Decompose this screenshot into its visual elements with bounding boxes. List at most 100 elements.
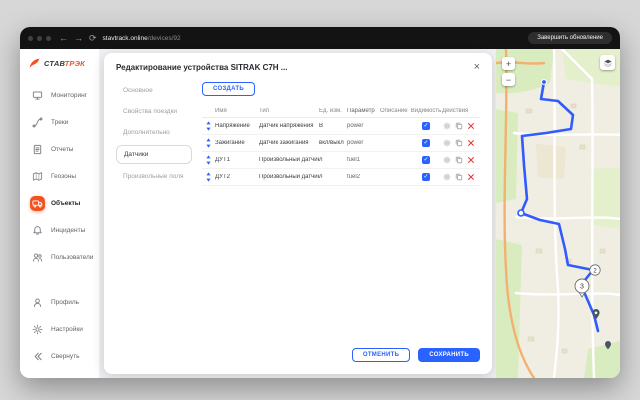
cancel-button[interactable]: ОТМЕНИТЬ: [352, 348, 410, 362]
sidebar: СТАВТРЭК Мониторинг Треки Отчеты Геозоны Объ…: [20, 49, 100, 378]
sidebar-item-reports[interactable]: Отчеты: [20, 136, 99, 163]
reload-icon[interactable]: ⟳: [89, 34, 97, 43]
sidebar-footer: Профиль Настройки Свернуть: [20, 289, 99, 370]
sensor-unit: вкл/выкл: [319, 140, 347, 146]
sensor-name: ДУТ2: [215, 174, 259, 180]
column-header: Параметр: [347, 108, 380, 114]
sidebar-item-truck[interactable]: Объекты: [20, 190, 99, 217]
modal-body: Основное Свойства поездки Дополнительно Дат…: [116, 82, 480, 362]
sensor-settings-icon[interactable]: [442, 173, 451, 182]
sidebar-item-label: Свернуть: [51, 353, 80, 360]
column-header: Действия: [442, 108, 478, 114]
modal-tab-5[interactable]: Произвольные поля: [116, 168, 192, 185]
sensor-row: НапряжениеДатчик напряженияВpower✓: [202, 118, 480, 135]
waypoint-marker[interactable]: [518, 210, 524, 216]
layers-button[interactable]: [600, 55, 615, 70]
sensor-delete-icon[interactable]: [466, 173, 475, 182]
forward-icon[interactable]: →: [74, 34, 83, 43]
sensors-content: СОЗДАТЬ ИмяТипЕд. изм.ПараметрОписаниеВи…: [202, 82, 480, 362]
modal-tab-2[interactable]: Свойства поездки: [116, 103, 192, 120]
back-icon[interactable]: ←: [59, 34, 68, 43]
sensor-type: Произвольный датчик: [259, 174, 319, 180]
sensor-delete-icon[interactable]: [466, 139, 475, 148]
save-button[interactable]: СОХРАНИТЬ: [418, 348, 480, 362]
app-content: СТАВТРЭК Мониторинг Треки Отчеты Геозоны Объ…: [20, 49, 620, 378]
finish-update-button[interactable]: Завершить обновление: [528, 32, 612, 44]
column-header: Видимость: [410, 108, 442, 114]
visibility-cell: ✓: [410, 122, 442, 130]
sensor-copy-icon[interactable]: [454, 173, 463, 182]
reorder-handle-icon[interactable]: [202, 172, 215, 182]
reorder-handle-icon[interactable]: [202, 155, 215, 165]
modal-tab-1[interactable]: Основное: [116, 82, 192, 99]
sensor-param: power: [347, 140, 380, 146]
url-path: /devices/92: [148, 35, 181, 42]
visibility-checkbox[interactable]: ✓: [422, 173, 430, 181]
sidebar-item-collapse[interactable]: Свернуть: [20, 343, 99, 370]
tracks-icon: [30, 115, 45, 130]
sensor-settings-icon[interactable]: [442, 156, 451, 165]
sensor-type: Датчик зажигания: [259, 140, 319, 146]
modal-header: Редактирование устройства SITRAK C7H ...…: [116, 63, 480, 72]
brand-logo[interactable]: СТАВТРЭК: [20, 57, 99, 82]
cluster-marker-2[interactable]: 2: [590, 265, 600, 275]
route-start-marker[interactable]: [542, 80, 547, 85]
visibility-checkbox[interactable]: ✓: [422, 122, 430, 130]
actions-cell: [442, 122, 478, 131]
sidebar-item-geozones[interactable]: Геозоны: [20, 163, 99, 190]
browser-titlebar: ← → ⟳ stavtrack.online/devices/92 Заверш…: [20, 27, 620, 49]
zoom-out-button[interactable]: −: [502, 73, 515, 86]
url-bar[interactable]: stavtrack.online/devices/92: [103, 35, 181, 42]
sidebar-item-label: Настройки: [51, 326, 83, 333]
reports-icon: [30, 142, 45, 157]
sidebar-item-label: Отчеты: [51, 146, 73, 153]
sidebar-item-label: Мониторинг: [51, 92, 87, 99]
visibility-checkbox[interactable]: ✓: [422, 139, 430, 147]
modal-tab-3[interactable]: Дополнительно: [116, 124, 192, 141]
desktop-background: ← → ⟳ stavtrack.online/devices/92 Заверш…: [0, 0, 640, 400]
browser-window: ← → ⟳ stavtrack.online/devices/92 Заверш…: [20, 27, 620, 378]
sensor-row: ДУТ2Произвольный датчиклfuel2✓: [202, 169, 480, 186]
sidebar-item-tracks[interactable]: Треки: [20, 109, 99, 136]
sensor-param: power: [347, 123, 380, 129]
reorder-handle-icon[interactable]: [202, 138, 215, 148]
svg-text:3: 3: [580, 284, 584, 291]
logo-text: СТАВТРЭК: [44, 59, 85, 68]
column-header: Ед. изм.: [319, 108, 347, 114]
sidebar-item-users[interactable]: Пользователи: [20, 244, 99, 271]
sensor-unit: л: [319, 157, 347, 163]
window-controls[interactable]: [28, 36, 51, 41]
sidebar-item-label: Геозоны: [51, 173, 76, 180]
sensor-copy-icon[interactable]: [454, 156, 463, 165]
sidebar-item-profile[interactable]: Профиль: [20, 289, 99, 316]
reorder-handle-icon[interactable]: [202, 121, 215, 131]
zoom-in-button[interactable]: +: [502, 57, 515, 70]
actions-cell: [442, 139, 478, 148]
close-icon[interactable]: ×: [474, 63, 480, 72]
sensor-delete-icon[interactable]: [466, 156, 475, 165]
sensor-param: fuel1: [347, 157, 380, 163]
sidebar-item-bell[interactable]: Инциденты: [20, 217, 99, 244]
column-header: Тип: [259, 108, 319, 114]
column-header: Описание: [380, 108, 410, 114]
sensor-copy-icon[interactable]: [454, 122, 463, 131]
monitor-icon: [30, 88, 45, 103]
sidebar-item-label: Объекты: [51, 200, 80, 207]
sensor-settings-icon[interactable]: [442, 122, 451, 131]
map-panel[interactable]: 2 3 + −: [496, 49, 620, 378]
actions-cell: [442, 173, 478, 182]
zoom-controls: + −: [502, 57, 515, 86]
sidebar-item-settings[interactable]: Настройки: [20, 316, 99, 343]
sidebar-item-monitor[interactable]: Мониторинг: [20, 82, 99, 109]
map-canvas[interactable]: 2 3: [496, 49, 620, 378]
visibility-checkbox[interactable]: ✓: [422, 156, 430, 164]
sensor-unit: В: [319, 123, 347, 129]
settings-icon: [30, 322, 45, 337]
create-sensor-button[interactable]: СОЗДАТЬ: [202, 82, 255, 96]
modal-tab-4[interactable]: Датчики: [116, 145, 192, 164]
sidebar-item-label: Профиль: [51, 299, 79, 306]
sensor-settings-icon[interactable]: [442, 139, 451, 148]
sensor-delete-icon[interactable]: [466, 122, 475, 131]
collapse-icon: [30, 349, 45, 364]
sensor-copy-icon[interactable]: [454, 139, 463, 148]
